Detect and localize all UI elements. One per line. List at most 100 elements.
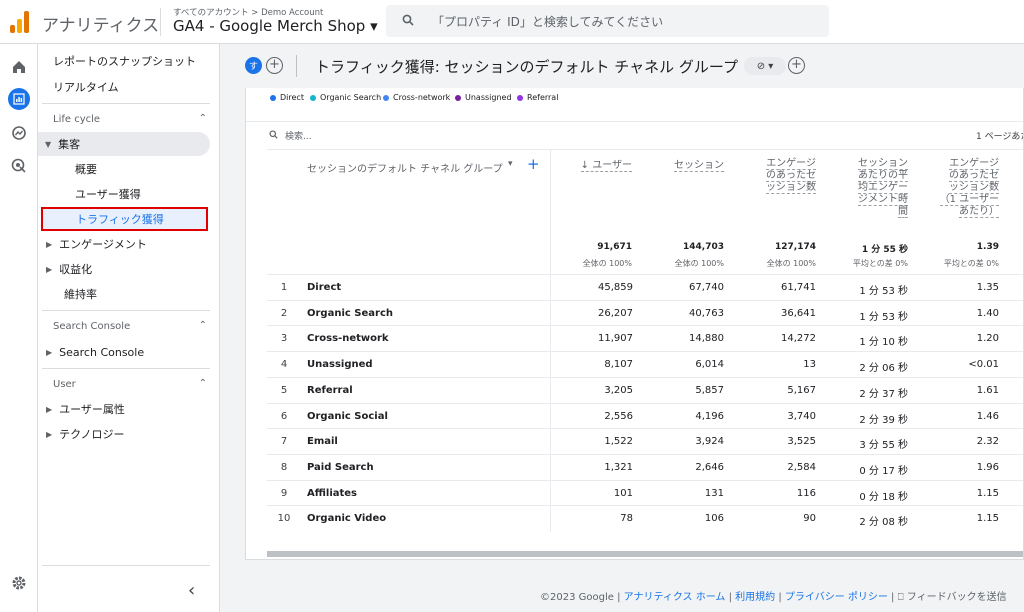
- header-line: ッション数: [766, 182, 816, 194]
- home-icon[interactable]: [8, 56, 30, 78]
- dropdown-icon[interactable]: ▾: [508, 159, 513, 169]
- legend-item[interactable]: Unassigned: [455, 93, 512, 102]
- collapse-nav-button[interactable]: ‹: [188, 580, 195, 601]
- header-line: ジメント時: [858, 194, 908, 206]
- footer-privacy-link[interactable]: プライバシー ポリシー: [785, 592, 888, 603]
- table-row[interactable]: 3 Cross-network 11,907 14,880 14,272 1 分 10 秒…: [267, 325, 1023, 351]
- nav-snapshot[interactable]: レポートのスナップショット: [53, 49, 196, 73]
- table-row[interactable]: 10 Organic Video 78 106 90 2 分 08 秒 1.15: [267, 505, 1023, 531]
- header-line: あたりの平: [858, 170, 908, 182]
- table-row[interactable]: 7 Email 1,522 3,924 3,525 3 分 55 秒 2.32: [267, 428, 1023, 454]
- header-engaged-sessions[interactable]: エンゲージ のあったセ ッション数: [746, 158, 816, 194]
- cell-engaged: 3,525: [787, 436, 816, 448]
- caret-right-icon: ▶: [46, 404, 53, 414]
- chevron-up-icon[interactable]: ⌃: [199, 320, 207, 331]
- nav-technology[interactable]: ▶ テクノロジー: [46, 422, 125, 446]
- row-number: 6: [280, 410, 288, 422]
- row-number: 5: [280, 384, 288, 396]
- channel-name: Direct: [307, 282, 342, 293]
- table-search-input[interactable]: 検索...: [285, 129, 312, 142]
- copyright: ©2023 Google |: [540, 592, 621, 603]
- header-line: セッション: [858, 158, 908, 170]
- dimension-header[interactable]: セッションのデフォルト チャネル グループ: [307, 160, 503, 175]
- header-avg-engagement-time[interactable]: セッション あたりの平 均エンゲー ジメント時 間: [836, 158, 908, 218]
- legend-dot: [517, 94, 523, 101]
- cell-avg-time: 2 分 37 秒: [859, 388, 908, 400]
- chevron-up-icon[interactable]: ⌃: [199, 113, 207, 124]
- total-sessions: 144,703: [683, 242, 724, 252]
- table-row[interactable]: 1 Direct 45,859 67,740 61,741 1 分 53 秒 1.35: [267, 274, 1023, 300]
- legend-item[interactable]: Direct: [270, 93, 304, 102]
- nav-overview[interactable]: 概要: [75, 157, 97, 181]
- legend-dot: [455, 94, 461, 101]
- explore-icon[interactable]: [8, 122, 30, 144]
- header-users[interactable]: ↓ ユーザー: [568, 160, 632, 172]
- nav-user-acquisition[interactable]: ユーザー獲得: [75, 182, 141, 206]
- cell-per-user: 1.15: [976, 513, 999, 525]
- analytics-logo[interactable]: [10, 11, 32, 33]
- footer-terms-link[interactable]: 利用規約: [735, 592, 775, 603]
- avatar[interactable]: す: [245, 57, 262, 74]
- nav-engagement[interactable]: ▶ エンゲージメント: [46, 232, 147, 256]
- table-row[interactable]: 5 Referral 3,205 5,857 5,167 2 分 37 秒 1.61: [267, 376, 1023, 403]
- left-navigation: レポートのスナップショット リアルタイム Life cycle ⌃ ▼ 集客 概…: [38, 44, 220, 612]
- nav-retention[interactable]: 維持率: [64, 282, 97, 306]
- cell-users: 101: [613, 487, 633, 499]
- footer-home-link[interactable]: アナリティクス ホーム: [624, 592, 726, 603]
- legend-item[interactable]: Organic Search: [310, 93, 381, 102]
- add-dimension-icon[interactable]: +: [527, 155, 540, 173]
- header-line: あたり）: [959, 206, 999, 218]
- nav-user-attributes[interactable]: ▶ ユーザー属性: [46, 397, 125, 421]
- cell-users: 2,556: [604, 410, 633, 422]
- header-line: のあったセ: [949, 170, 999, 182]
- nav-monetization[interactable]: ▶ 収益化: [46, 257, 92, 281]
- nav-traffic-acquisition[interactable]: トラフィック獲得: [41, 207, 208, 231]
- chevron-up-icon[interactable]: ⌃: [199, 378, 207, 389]
- cell-sessions: 5,857: [695, 384, 724, 396]
- header-engaged-per-user[interactable]: エンゲージ のあったセ ッション数 （1 ユーザー あたり）: [922, 158, 999, 218]
- table-row[interactable]: 6 Organic Social 2,556 4,196 3,740 2 分 39 秒 1.…: [267, 402, 1023, 429]
- check-status-icon[interactable]: ⊘ ▾: [744, 57, 786, 75]
- rows-per-page[interactable]: 1 ページあた: [976, 129, 1023, 142]
- footer-feedback-link[interactable]: フィードバックを送信: [907, 592, 1007, 603]
- horizontal-scrollbar[interactable]: [267, 551, 1023, 557]
- legend-item[interactable]: Referral: [517, 93, 558, 102]
- cell-engaged: 36,641: [781, 307, 816, 319]
- add-comparison-icon[interactable]: +: [266, 57, 283, 74]
- settings-icon[interactable]: [8, 572, 30, 594]
- table-row[interactable]: 8 Paid Search 1,321 2,646 2,584 0 分 17 秒 1.96: [267, 453, 1023, 480]
- cell-sessions: 131: [704, 487, 724, 499]
- row-number: 10: [277, 513, 291, 525]
- cell-users: 8,107: [604, 359, 633, 371]
- reports-icon[interactable]: [8, 88, 30, 110]
- cell-users: 78: [620, 513, 633, 525]
- nav-realtime[interactable]: リアルタイム: [53, 75, 119, 99]
- legend-dot: [310, 94, 316, 101]
- legend-label: Referral: [527, 93, 559, 102]
- cell-users: 1,321: [604, 461, 633, 473]
- row-number: 1: [280, 282, 288, 293]
- table-row[interactable]: 2 Organic Search 26,207 40,763 36,641 1 分 53 …: [267, 299, 1023, 326]
- app-name[interactable]: アナリティクス: [42, 11, 159, 36]
- cell-sessions: 14,880: [689, 333, 724, 345]
- nav-acquisition[interactable]: ▼ 集客: [38, 132, 210, 156]
- add-icon[interactable]: +: [788, 57, 805, 74]
- header-sessions[interactable]: セッション: [654, 160, 724, 172]
- cell-engaged: 3,740: [787, 410, 816, 422]
- table-row[interactable]: 9 Affiliates 101 131 116 0 分 18 秒 1.15: [267, 479, 1023, 506]
- cell-sessions: 40,763: [689, 307, 724, 319]
- title-divider: [296, 55, 297, 77]
- nav-search-console[interactable]: ▶ Search Console: [46, 340, 144, 364]
- legend-label: Direct: [280, 93, 304, 102]
- channel-name: Organic Search: [307, 307, 394, 319]
- legend-item[interactable]: Cross-network: [383, 93, 450, 102]
- channel-name: Paid Search: [307, 461, 374, 473]
- cell-avg-time: 1 分 53 秒: [859, 311, 908, 323]
- channel-name: Cross-network: [307, 333, 389, 345]
- divider: [246, 121, 1023, 122]
- cell-per-user: <0.01: [968, 359, 999, 371]
- property-selector[interactable]: GA4 - Google Merch Shop ▾: [173, 17, 378, 35]
- advertising-icon[interactable]: [8, 155, 30, 177]
- table-row[interactable]: 4 Unassigned 8,107 6,014 13 2 分 06 秒 <0.01: [267, 351, 1023, 377]
- cell-avg-time: 2 分 08 秒: [859, 517, 908, 529]
